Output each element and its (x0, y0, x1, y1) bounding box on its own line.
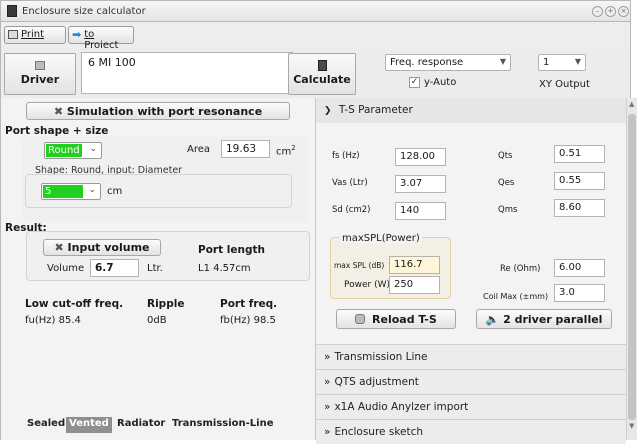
qts-field[interactable]: 0.51 (554, 145, 605, 163)
plot-type-select[interactable]: Freq. response ▼ (385, 54, 511, 71)
fs-field[interactable]: 128.00 (395, 148, 446, 166)
to-project-button[interactable]: ➡ to Project (68, 26, 134, 51)
volume-field[interactable]: 6.7 (90, 259, 139, 277)
right-panel: ❯ T-S Parameter fs (Hz) 128.00 Vas (Ltr)… (316, 98, 626, 444)
scroll-down-icon[interactable]: ▼ (629, 422, 634, 430)
section-analyzer-import[interactable]: » x1A Audio Anylzer import (316, 394, 626, 419)
yauto-checkbox[interactable]: ✓ y-Auto (409, 77, 456, 88)
driver-button[interactable]: Driver (4, 53, 76, 95)
coilmax-label: Coil Max (±mm) (483, 292, 549, 301)
database-icon (355, 314, 366, 324)
double-chevron-icon: » (324, 351, 331, 363)
calculate-button[interactable]: Calculate (288, 53, 356, 95)
area-label: Area (187, 144, 211, 155)
maxspl-label: max SPL (dB) (334, 261, 385, 270)
scroll-thumb[interactable] (628, 114, 636, 420)
qes-field[interactable]: 0.55 (554, 172, 605, 190)
port-length-title: Port length (198, 244, 265, 256)
coilmax-field[interactable]: 3.0 (554, 284, 605, 302)
re-label: Re (Ohm) (500, 264, 541, 274)
volume-label: Volume (47, 263, 85, 274)
window-title: Enclosure size calculator (22, 5, 146, 17)
checkbox-icon: ✓ (409, 77, 420, 88)
calculator-icon (317, 60, 327, 71)
header-row: Driver 6 MI 100 Calculate Freq. response… (0, 48, 631, 98)
fs-label: fs (Hz) (332, 151, 360, 161)
section-transmission-line[interactable]: » Transmission Line (316, 344, 626, 369)
qms-field[interactable]: 8.60 (554, 199, 605, 217)
port-freq-title: Port freq. (220, 298, 278, 310)
double-chevron-icon: » (324, 401, 331, 413)
title-bar: Enclosure size calculator – + × (0, 0, 631, 22)
driver-parallel-button[interactable]: 🔈 2 driver parallel (476, 309, 612, 329)
diameter-select[interactable]: 5 ⌄ (41, 183, 101, 200)
app-icon (7, 5, 17, 17)
vas-label: Vas (Ltr) (332, 178, 368, 188)
printer-icon (8, 30, 18, 39)
tools-icon: ✖ (53, 105, 64, 118)
chevron-down-icon: ▼ (499, 57, 506, 66)
scroll-up-icon[interactable]: ▲ (629, 100, 634, 108)
tools-icon: ✖ (54, 241, 64, 254)
double-chevron-icon: » (324, 426, 331, 438)
toolbar: Print ➡ to Project (0, 22, 631, 51)
volume-unit: Ltr. (147, 263, 163, 274)
input-volume-button[interactable]: ✖ Input volume (43, 239, 161, 256)
chevron-down-icon: ▼ (574, 57, 581, 66)
area-field[interactable]: 19.63 (221, 140, 270, 158)
driver-name-field[interactable]: 6 MI 100 (81, 52, 293, 94)
left-panel: ✖ Simulation with port resonance Port sh… (0, 98, 316, 440)
shape-select[interactable]: Round ⌄ (44, 142, 102, 159)
tab-sealed[interactable]: Sealed (24, 417, 68, 433)
double-chevron-icon: » (324, 376, 331, 388)
power-field[interactable]: 250 (389, 276, 440, 294)
qes-label: Qes (498, 178, 515, 188)
maximize-icon[interactable]: + (605, 6, 616, 17)
area-unit: cm2 (276, 144, 296, 158)
print-button[interactable]: Print (4, 26, 66, 44)
simulation-button[interactable]: ✖ Simulation with port resonance (26, 102, 290, 120)
ripple-title: Ripple (147, 298, 185, 310)
qts-label: Qts (498, 151, 513, 161)
ts-parameter-header[interactable]: ❯ T-S Parameter (316, 98, 626, 123)
tab-radiator[interactable]: Radiator (114, 417, 168, 433)
minimize-icon[interactable]: – (592, 6, 603, 17)
xy-output-label: XY Output (539, 79, 590, 90)
diameter-unit: cm (107, 186, 123, 197)
section-enclosure-sketch[interactable]: » Enclosure sketch (316, 419, 626, 444)
arrow-right-icon: ➡ (72, 28, 82, 41)
power-label: Power (W) (344, 280, 390, 290)
maxspl-field[interactable]: 116.7 (389, 256, 440, 274)
port-length-value: L1 4.57cm (198, 263, 251, 274)
vas-field[interactable]: 3.07 (395, 175, 446, 193)
reload-ts-button[interactable]: Reload T-S (336, 309, 456, 329)
qms-label: Qms (498, 205, 518, 215)
section-qts-adjustment[interactable]: » QTS adjustment (316, 369, 626, 394)
re-field[interactable]: 6.00 (554, 259, 605, 277)
tab-vented[interactable]: Vented (66, 417, 112, 433)
scrollbar[interactable]: ▲ ▼ (626, 98, 637, 440)
low-cutoff-title: Low cut-off freq. (25, 298, 124, 310)
speaker-icon (35, 61, 45, 70)
maxspl-title: maxSPL(Power) (340, 233, 422, 244)
tab-transmission-line[interactable]: Transmission-Line (169, 417, 277, 433)
close-icon[interactable]: × (618, 6, 629, 17)
output-select[interactable]: 1 ▼ (538, 54, 586, 71)
ripple-value: 0dB (147, 315, 167, 326)
chevron-down-icon: ❯ (324, 106, 332, 116)
sd-field[interactable]: 140 (395, 202, 446, 220)
chevron-down-icon: ⌄ (88, 185, 96, 195)
chevron-down-icon: ⌄ (89, 144, 97, 154)
sd-label: Sd (cm2) (332, 205, 371, 215)
port-freq-value: fb(Hz) 98.5 (220, 315, 276, 326)
speaker-icon: 🔈 (485, 313, 500, 326)
low-cutoff-value: fu(Hz) 85.4 (25, 315, 81, 326)
